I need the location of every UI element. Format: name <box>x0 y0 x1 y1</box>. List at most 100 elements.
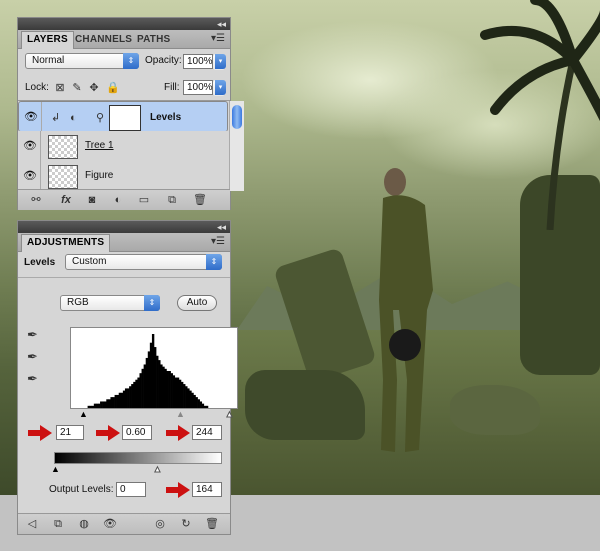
folder-icon[interactable]: ▭ <box>136 193 152 207</box>
histogram-bar <box>147 351 151 408</box>
gray-eyedropper-icon[interactable]: ✒ <box>27 350 38 363</box>
histogram-bar <box>174 377 178 408</box>
fill-field[interactable]: 100% <box>183 80 213 95</box>
opacity-dropdown[interactable]: ▾ <box>213 54 226 70</box>
opacity-field[interactable]: 100% <box>183 54 213 69</box>
histogram-bar <box>149 342 153 408</box>
blend-mode-select[interactable]: Normal ⇕ <box>25 53 139 69</box>
lock-brush-icon[interactable]: ✎ <box>71 82 83 94</box>
clip-to-layer-icon[interactable]: ◍ <box>76 517 92 531</box>
layers-scrollbar[interactable] <box>229 101 244 191</box>
eye-icon[interactable]: 👁 <box>23 170 37 182</box>
layer-row-tree-1[interactable]: 👁 Tree 1 <box>18 131 228 162</box>
tab-paths[interactable]: PATHS <box>132 32 175 48</box>
panel-menu-icon[interactable]: ▾☰ <box>211 236 225 247</box>
histogram-bar <box>124 388 128 408</box>
histogram-bar <box>104 401 107 408</box>
layer-mask-thumbnail[interactable] <box>109 105 141 131</box>
layers-panel-titlebar[interactable]: ◂◂ <box>18 18 230 30</box>
visibility-eye-icon[interactable]: 👁 <box>102 517 118 531</box>
fill-dropdown[interactable]: ▾ <box>213 80 226 96</box>
histogram-bar <box>191 392 194 408</box>
layer-name: Levels <box>150 112 182 123</box>
rock <box>450 385 540 435</box>
histogram-bar <box>100 401 103 408</box>
histogram-bar <box>122 390 126 408</box>
input-gamma-field[interactable]: 0.60 <box>122 425 152 440</box>
histogram-bar <box>120 392 124 408</box>
eye-icon[interactable]: 👁 <box>23 140 37 152</box>
histogram-bar <box>106 399 109 408</box>
layer-row-figure[interactable]: 👁 Figure <box>18 161 228 192</box>
collapse-icon[interactable]: ◂◂ <box>217 18 226 30</box>
expand-view-icon[interactable]: ⧉ <box>50 517 66 531</box>
red-arrow-annotation <box>96 425 122 441</box>
astronaut-figure <box>379 168 433 452</box>
fx-icon[interactable]: fx <box>58 193 74 207</box>
adjustments-panel-titlebar[interactable]: ◂◂ <box>18 221 230 233</box>
output-black-handle[interactable]: ▲ <box>51 464 60 474</box>
output-levels-slider[interactable]: ▲ ▲ <box>51 464 222 475</box>
histogram-bar <box>162 366 165 408</box>
output-black-field[interactable]: 0 <box>116 482 146 497</box>
histogram-bar <box>112 397 115 408</box>
reset-icon[interactable]: ↻ <box>178 517 194 531</box>
histogram-bar <box>176 377 180 408</box>
layer-name: Tree 1 <box>85 140 114 151</box>
layer-row-levels[interactable]: 👁 ↲ ◐ ⚲ Levels <box>18 101 228 132</box>
tab-layers[interactable]: LAYERS <box>21 31 74 49</box>
preset-select[interactable]: Custom ⇕ <box>65 254 222 270</box>
divider <box>18 277 230 278</box>
lock-transparency-icon[interactable]: ⊠ <box>54 82 66 94</box>
chevron-down-icon: ▾ <box>215 54 226 69</box>
layers-panel-tabs: LAYERS CHANNELS PATHS ▾☰ <box>18 30 230 49</box>
lock-all-icon[interactable]: 🔒 <box>106 82 120 94</box>
histogram-bar <box>178 379 182 408</box>
channel-select[interactable]: RGB ⇕ <box>60 295 160 311</box>
histogram-bar <box>199 401 203 408</box>
histogram-bar <box>170 373 173 408</box>
output-white-field[interactable]: 164 <box>192 482 222 497</box>
histogram-bar <box>110 397 113 408</box>
tab-adjustments[interactable]: ADJUSTMENTS <box>21 234 111 252</box>
clip-arrow-icon: ↲ <box>51 112 61 124</box>
new-layer-icon[interactable]: ⧉ <box>164 193 180 207</box>
input-black-field[interactable]: 21 <box>56 425 84 440</box>
black-point-handle[interactable]: ▲ <box>79 409 88 419</box>
trash-icon[interactable]: 🗑 <box>192 193 208 207</box>
histogram-bar <box>156 355 159 408</box>
mask-icon[interactable]: ◙ <box>84 193 100 207</box>
histogram-bar <box>203 405 207 408</box>
layers-footer: ⚯ fx ◙ ◐ ▭ ⧉ 🗑 <box>18 189 230 210</box>
black-eyedropper-icon[interactable]: ✒ <box>27 328 38 341</box>
output-white-handle[interactable]: ▲ <box>153 464 163 475</box>
histogram-bar <box>151 334 155 408</box>
input-levels-slider[interactable]: ▲ ▲ ▲ <box>70 409 238 420</box>
white-point-handle[interactable]: ▲ <box>225 409 235 420</box>
collapse-icon[interactable]: ◂◂ <box>217 221 226 233</box>
view-previous-icon[interactable]: ◎ <box>152 517 168 531</box>
auto-button[interactable]: Auto <box>177 295 217 311</box>
back-arrow-icon[interactable]: ◁ <box>24 517 40 531</box>
chevron-updown-icon: ⇕ <box>123 53 139 69</box>
adjustments-footer: ◁ ⧉ ◍ 👁 ◎ ↻ 🗑 <box>18 513 230 534</box>
white-eyedropper-icon[interactable]: ✒ <box>27 372 38 385</box>
tab-channels[interactable]: CHANNELS <box>70 32 137 48</box>
histogram-bar <box>160 364 163 408</box>
histogram-bar <box>114 394 117 408</box>
link-icon[interactable]: ⚯ <box>28 193 44 207</box>
eye-icon[interactable]: 👁 <box>24 111 38 123</box>
lock-move-icon[interactable]: ✥ <box>88 82 100 94</box>
chevron-updown-icon: ⇕ <box>206 254 222 270</box>
histogram-bar <box>187 388 190 408</box>
gamma-handle[interactable]: ▲ <box>176 409 185 419</box>
lock-label: Lock: <box>25 82 49 93</box>
trash-icon[interactable]: 🗑 <box>204 517 220 531</box>
histogram-bar <box>116 394 120 408</box>
panel-menu-icon[interactable]: ▾☰ <box>211 33 225 44</box>
rock <box>245 370 365 440</box>
input-white-field[interactable]: 244 <box>192 425 222 440</box>
histogram-bar <box>164 368 167 408</box>
scrollbar-thumb[interactable] <box>232 105 242 129</box>
adjustment-icon[interactable]: ◐ <box>110 193 126 207</box>
